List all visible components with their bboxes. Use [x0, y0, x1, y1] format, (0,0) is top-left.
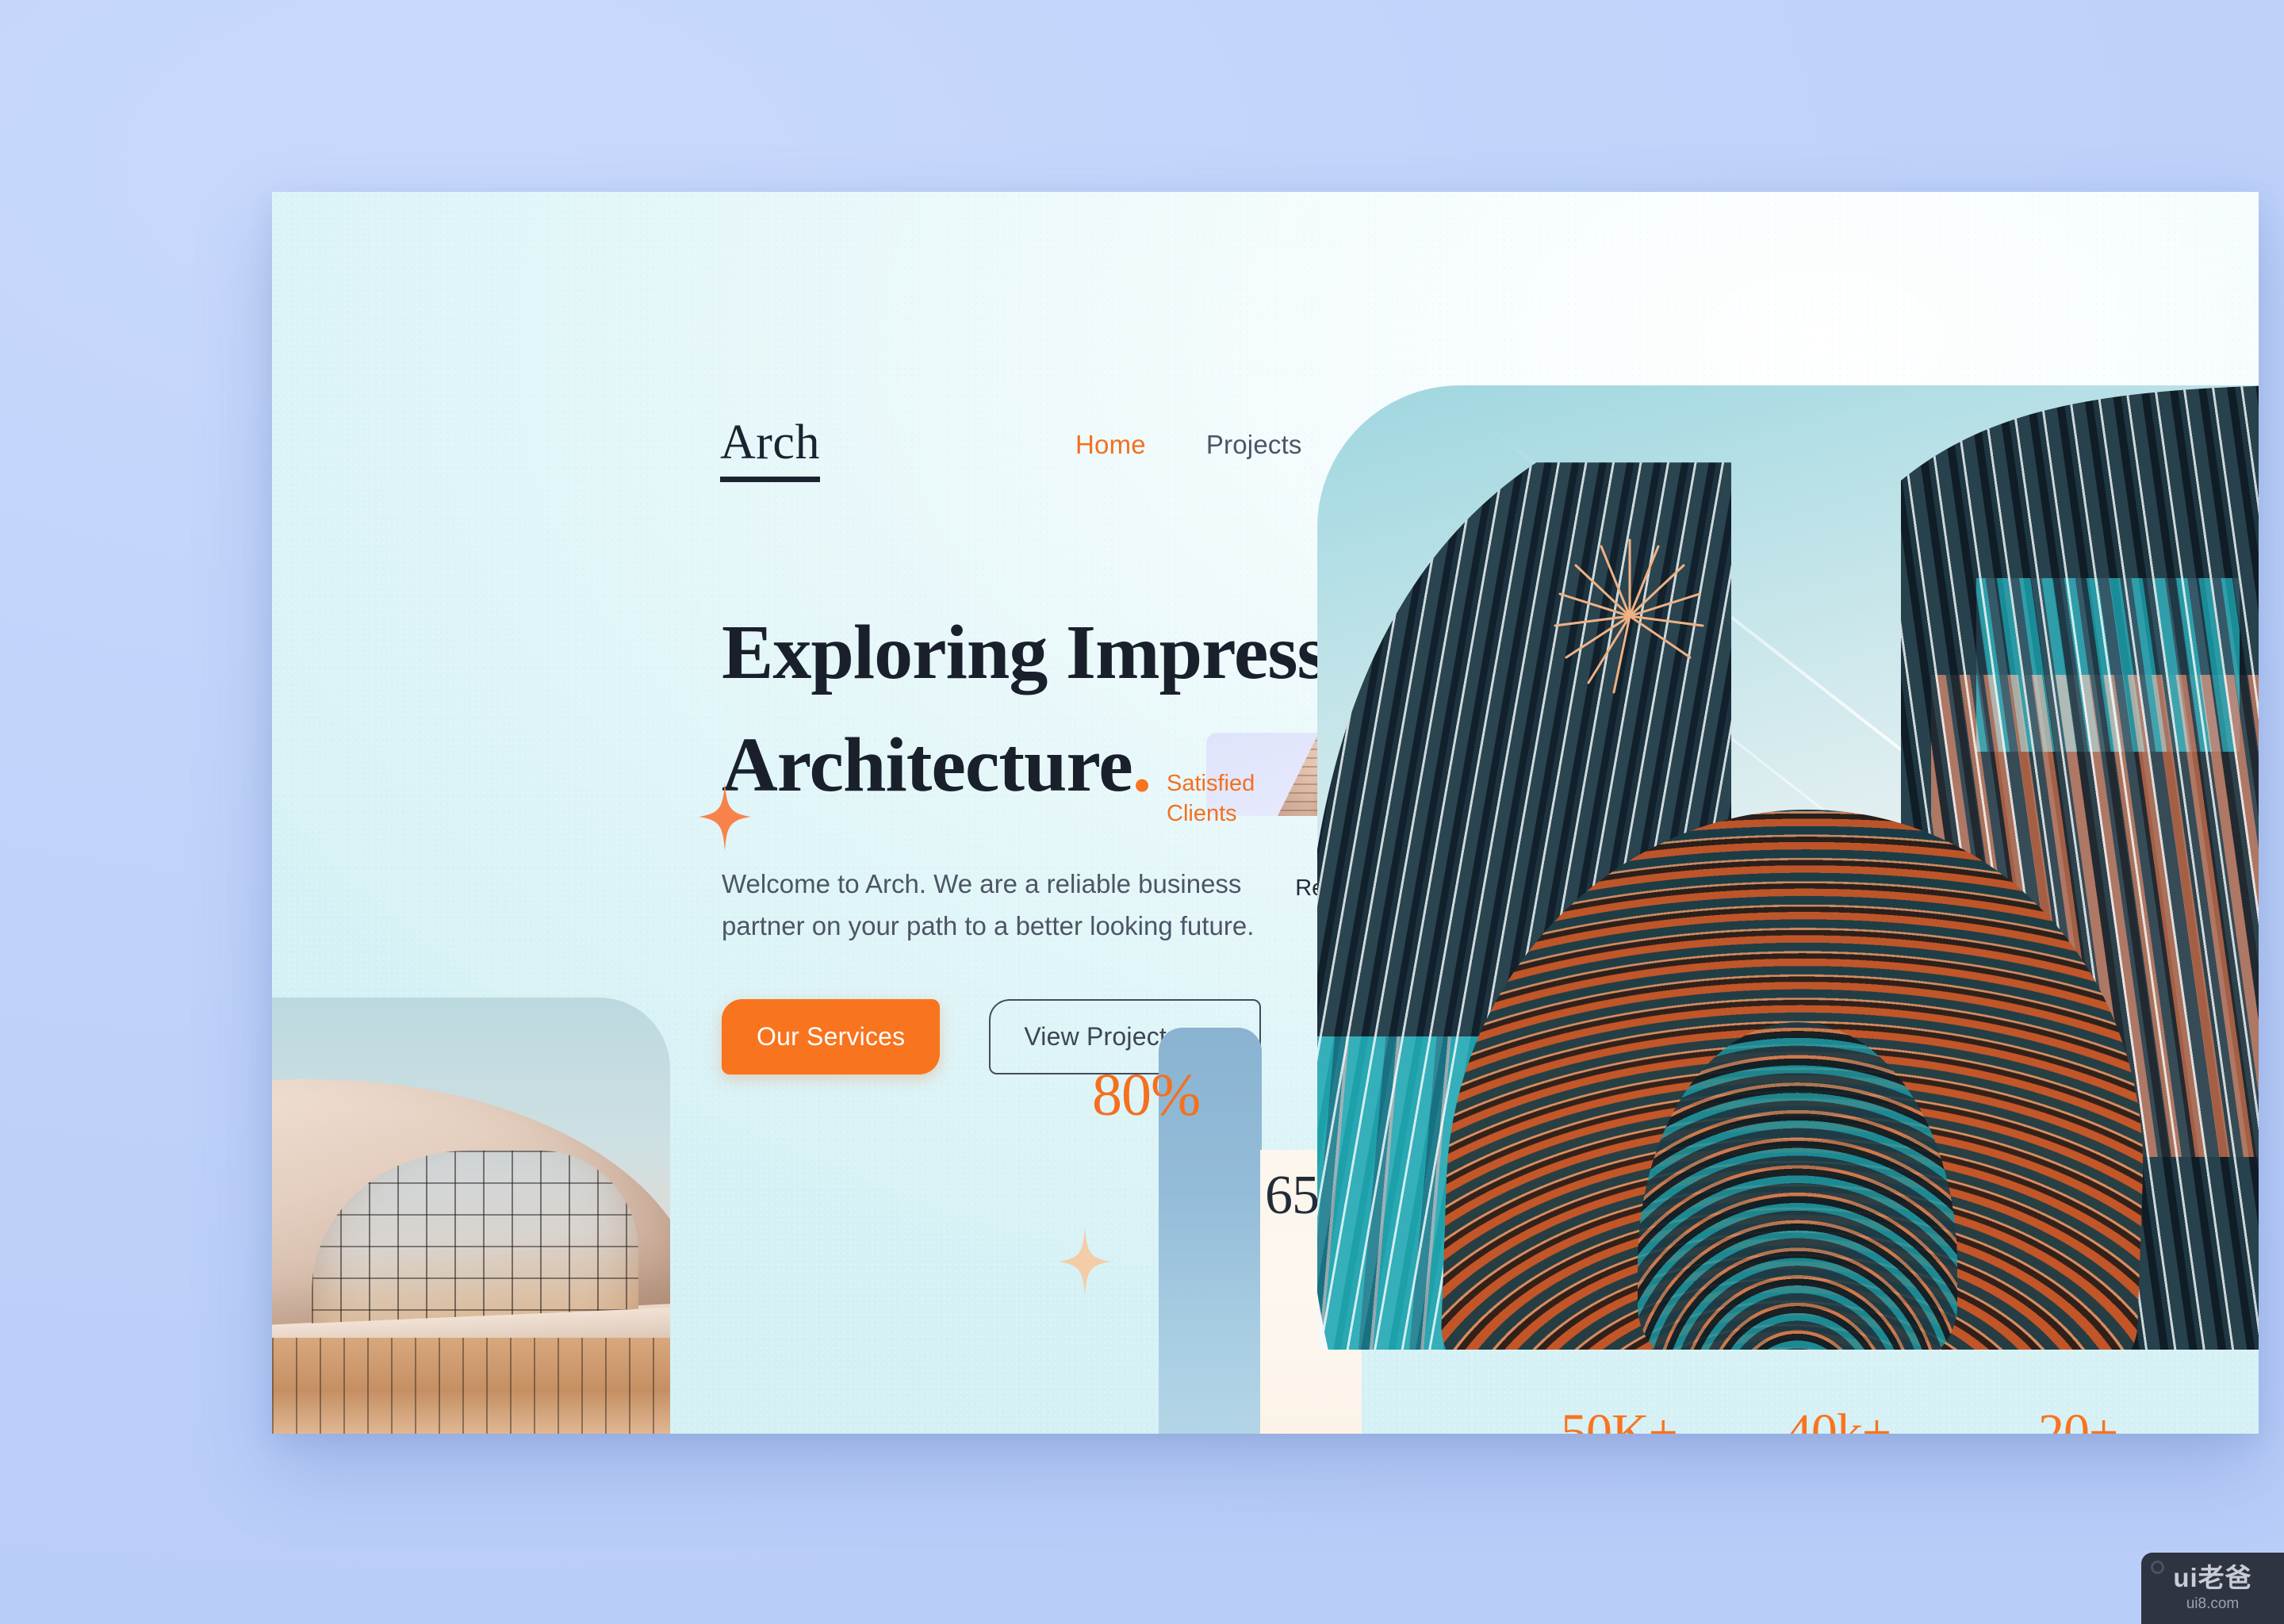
- brand-logo[interactable]: Arch: [720, 418, 820, 482]
- stat-projects-done: 50K+ Projects Done: [1561, 1407, 1700, 1434]
- website-page-card: Arch Home Projects Solution Blog About u…: [272, 192, 2259, 1434]
- stat-years-of-experience: 20+ Years of Experience: [2038, 1407, 2236, 1434]
- chart-value-satisfied-clients: 80%: [1092, 1062, 1201, 1128]
- hero-architecture-photo: [1317, 385, 2259, 1350]
- watermark-title: ui老爸: [2173, 1562, 2252, 1592]
- stat-value: 20+: [2037, 1404, 2118, 1434]
- chart-label-satisfied-clients: Satisfied Clients: [1167, 771, 1255, 826]
- stat-value: 50K+: [1561, 1404, 1678, 1434]
- secondary-photo-ground-floor: [272, 1338, 670, 1434]
- watermark-domain: ui8.com: [2186, 1595, 2240, 1612]
- nav-item-projects[interactable]: Projects: [1176, 430, 1332, 460]
- watermark-badge: ui老爸 ui8.com: [2141, 1553, 2284, 1624]
- navbar: [272, 192, 2259, 335]
- headline-line-2: Architecture: [722, 722, 1133, 809]
- headline-line-1: Exploring Impressive: [722, 610, 1420, 695]
- stats-row: 50K+ Projects Done 40k+ Happy Customer 2…: [1561, 1407, 2236, 1434]
- secondary-architecture-photo: [272, 998, 670, 1434]
- sparkle-icon: [1059, 1228, 1111, 1296]
- circle-icon: [2151, 1561, 2164, 1574]
- nav-item-home[interactable]: Home: [1045, 430, 1176, 460]
- stat-happy-customer: 40k+ Happy Customer: [1786, 1407, 1953, 1434]
- our-services-button[interactable]: Our Services: [722, 999, 941, 1074]
- headline-accent-dot: .: [1132, 722, 1152, 809]
- stat-value: 40k+: [1785, 1404, 1891, 1434]
- desktop-background: Arch Home Projects Solution Blog About u…: [0, 0, 2284, 1624]
- starburst-icon: [1554, 538, 1704, 694]
